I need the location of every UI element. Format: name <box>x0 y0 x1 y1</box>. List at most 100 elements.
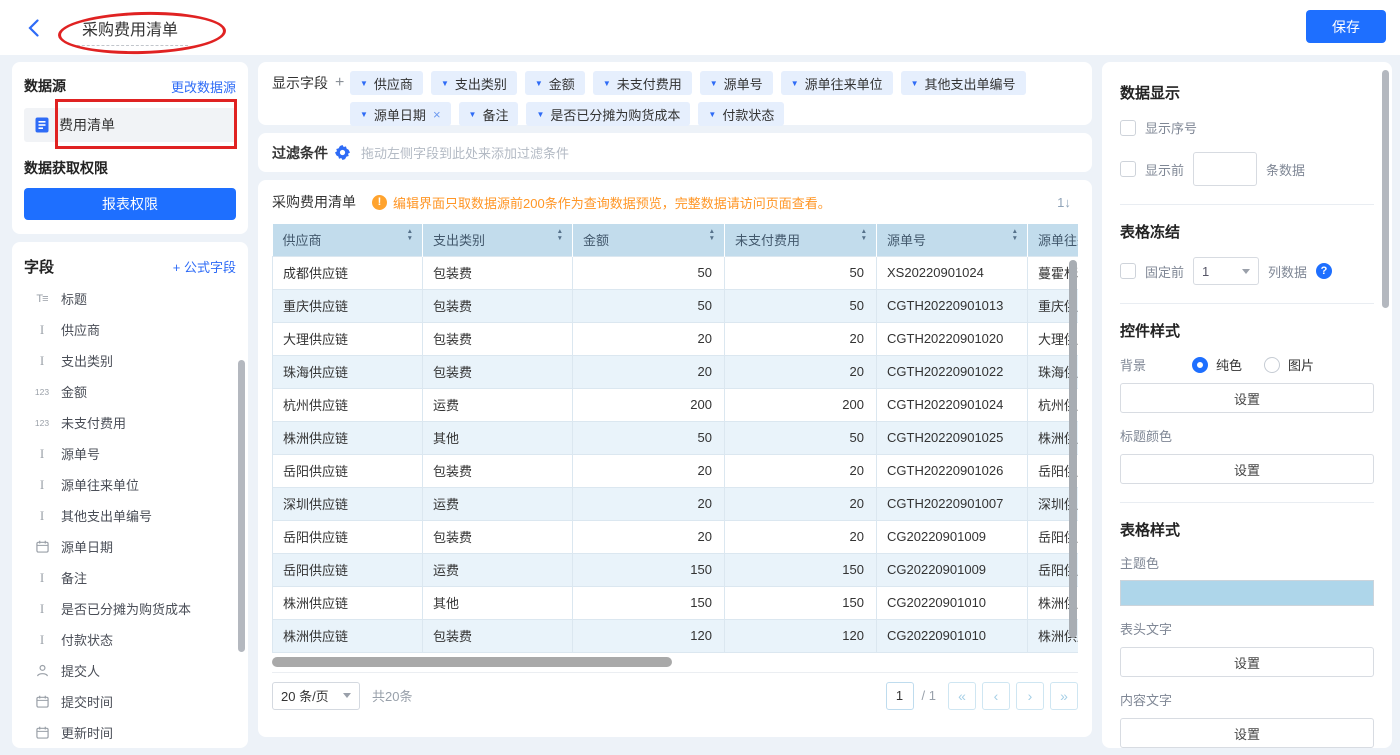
sort-arrows-icon[interactable]: ▲▼ <box>861 228 867 243</box>
sort-arrows-icon[interactable]: ▲▼ <box>1012 228 1018 243</box>
close-icon[interactable]: × <box>433 107 441 122</box>
chevron-down-icon[interactable]: ▼ <box>911 79 919 88</box>
header-text-set-button[interactable]: 设置 <box>1120 647 1374 677</box>
row-limit-input[interactable] <box>1193 152 1257 186</box>
fix-columns-checkbox[interactable] <box>1120 263 1136 279</box>
field-item[interactable]: T≡标题 <box>24 283 236 314</box>
add-display-field-button[interactable]: + <box>335 75 344 91</box>
field-item[interactable]: 更新时间 <box>24 717 236 748</box>
column-header[interactable]: 源单往来单位▲▼ <box>1028 224 1079 256</box>
table-row[interactable]: 珠海供应链包装费2020CGTH20220901022珠海供应链 <box>273 355 1079 388</box>
fields-scrollbar[interactable] <box>238 360 245 652</box>
show-index-checkbox[interactable] <box>1120 120 1136 136</box>
column-header[interactable]: 支出类别▲▼ <box>423 224 573 256</box>
chevron-down-icon[interactable]: ▼ <box>469 110 477 119</box>
column-header[interactable]: 源单号▲▼ <box>877 224 1028 256</box>
column-header-label: 源单往来单位 <box>1038 233 1078 248</box>
display-field-chip[interactable]: ▼付款状态 <box>698 102 784 126</box>
field-item[interactable]: 提交时间 <box>24 686 236 717</box>
report-permission-button[interactable]: 报表权限 <box>24 188 236 220</box>
table-row[interactable]: 岳阳供应链包装费2020CG20220901009岳阳供应链 <box>273 520 1079 553</box>
display-field-chip[interactable]: ▼其他支出单编号 <box>901 71 1026 95</box>
prev-page-button[interactable]: ‹ <box>982 682 1010 710</box>
field-item[interactable]: I是否已分摊为购货成本 <box>24 593 236 624</box>
save-button[interactable]: 保存 <box>1306 10 1386 43</box>
field-item[interactable]: I源单号 <box>24 438 236 469</box>
image-radio[interactable] <box>1264 357 1280 373</box>
chevron-down-icon[interactable]: ▼ <box>441 79 449 88</box>
chevron-down-icon[interactable]: ▼ <box>710 79 718 88</box>
page-size-select[interactable]: 20 条/页 <box>272 682 360 710</box>
table-row[interactable]: 重庆供应链包装费5050CGTH20220901013重庆供应链 <box>273 289 1079 322</box>
first-page-button[interactable]: « <box>948 682 976 710</box>
help-icon[interactable]: ? <box>1316 263 1332 279</box>
table-row[interactable]: 大理供应链包装费2020CGTH20220901020大理供应链 <box>273 322 1079 355</box>
show-first-checkbox[interactable] <box>1120 161 1136 177</box>
field-item[interactable]: I支出类别 <box>24 345 236 376</box>
table-row[interactable]: 岳阳供应链运费150150CG20220901009岳阳供应链 <box>273 553 1079 586</box>
chevron-down-icon[interactable]: ▼ <box>603 79 611 88</box>
display-field-chip[interactable]: ▼ 源单日期 × <box>350 102 451 126</box>
table-body: 成都供应链包装费5050XS20220901024蔓霍材料重庆供应链包装费505… <box>273 256 1079 652</box>
field-item[interactable]: I付款状态 <box>24 624 236 655</box>
field-item[interactable]: I源单往来单位 <box>24 469 236 500</box>
table-vertical-scrollbar[interactable] <box>1069 260 1077 638</box>
display-field-chip[interactable]: ▼未支付费用 <box>593 71 692 95</box>
next-page-button[interactable]: › <box>1016 682 1044 710</box>
add-formula-field-link[interactable]: + 公式字段 <box>173 257 236 276</box>
display-field-chip[interactable]: ▼源单往来单位 <box>781 71 893 95</box>
chevron-down-icon[interactable]: ▼ <box>360 79 368 88</box>
chevron-down-icon[interactable]: ▼ <box>791 79 799 88</box>
column-header[interactable]: 供应商▲▼ <box>273 224 423 256</box>
table-row[interactable]: 株洲供应链包装费120120CG20220901010株洲供应链 <box>273 619 1079 652</box>
display-field-chip[interactable]: ▼金额 <box>525 71 585 95</box>
solid-color-radio[interactable] <box>1192 357 1208 373</box>
table-cell: 重庆供应链 <box>273 289 423 322</box>
field-item[interactable]: 源单日期 <box>24 531 236 562</box>
table-row[interactable]: 成都供应链包装费5050XS20220901024蔓霍材料 <box>273 256 1079 289</box>
chevron-down-icon[interactable]: ▼ <box>708 110 716 119</box>
display-field-chip[interactable]: ▼供应商 <box>350 71 423 95</box>
page-title[interactable]: 采购费用清单 <box>72 17 188 46</box>
table-row[interactable]: 杭州供应链运费200200CGTH20220901024杭州供应链 <box>273 388 1079 421</box>
column-header[interactable]: 未支付费用▲▼ <box>725 224 877 256</box>
display-field-chip[interactable]: ▼支出类别 <box>431 71 517 95</box>
sort-arrows-icon[interactable]: ▲▼ <box>709 228 715 243</box>
page-number-input[interactable]: 1 <box>886 682 914 710</box>
filter-dropzone-placeholder[interactable]: 拖动左侧字段到此处来添加过滤条件 <box>361 143 569 162</box>
sort-arrows-icon[interactable]: ▲▼ <box>557 228 563 243</box>
change-datasource-link[interactable]: 更改数据源 <box>171 77 236 96</box>
display-field-chip[interactable]: ▼备注 <box>459 102 519 126</box>
field-item[interactable]: I其他支出单编号 <box>24 500 236 531</box>
chevron-down-icon[interactable]: ▼ <box>360 110 368 119</box>
table-row[interactable]: 株洲供应链其他150150CG20220901010株洲供应链 <box>273 586 1079 619</box>
settings-scrollbar[interactable] <box>1382 70 1389 308</box>
last-page-button[interactable]: » <box>1050 682 1078 710</box>
content-text-set-button[interactable]: 设置 <box>1120 718 1374 748</box>
table-row[interactable]: 岳阳供应链包装费2020CGTH20220901026岳阳供应链 <box>273 454 1079 487</box>
chevron-down-icon[interactable]: ▼ <box>536 110 544 119</box>
theme-color-swatch[interactable] <box>1120 580 1374 606</box>
gear-icon[interactable] <box>335 145 350 160</box>
chevron-down-icon[interactable]: ▼ <box>535 79 543 88</box>
total-count: 共20条 <box>372 686 412 705</box>
field-item[interactable]: I备注 <box>24 562 236 593</box>
back-icon[interactable] <box>28 17 50 39</box>
field-item[interactable]: 123金额 <box>24 376 236 407</box>
sort-order-icon[interactable]: 1↓ <box>1050 188 1078 216</box>
field-item[interactable]: 提交人 <box>24 655 236 686</box>
display-field-chip[interactable]: ▼是否已分摊为购货成本 <box>526 102 690 126</box>
fix-columns-select[interactable]: 1 <box>1193 257 1259 285</box>
title-color-set-button[interactable]: 设置 <box>1120 454 1374 484</box>
datasource-item[interactable]: 费用清单 <box>24 108 236 142</box>
background-set-button[interactable]: 设置 <box>1120 383 1374 413</box>
column-header[interactable]: 金额▲▼ <box>573 224 725 256</box>
field-item[interactable]: I供应商 <box>24 314 236 345</box>
table-row[interactable]: 株洲供应链其他5050CGTH20220901025株洲供应链 <box>273 421 1079 454</box>
display-field-chip[interactable]: ▼源单号 <box>700 71 773 95</box>
sort-arrows-icon[interactable]: ▲▼ <box>407 228 413 243</box>
table-row[interactable]: 深圳供应链运费2020CGTH20220901007深圳供应链 <box>273 487 1079 520</box>
table-horizontal-scrollbar[interactable] <box>272 657 672 667</box>
chip-label: 源单日期 <box>374 105 426 124</box>
field-item[interactable]: 123未支付费用 <box>24 407 236 438</box>
